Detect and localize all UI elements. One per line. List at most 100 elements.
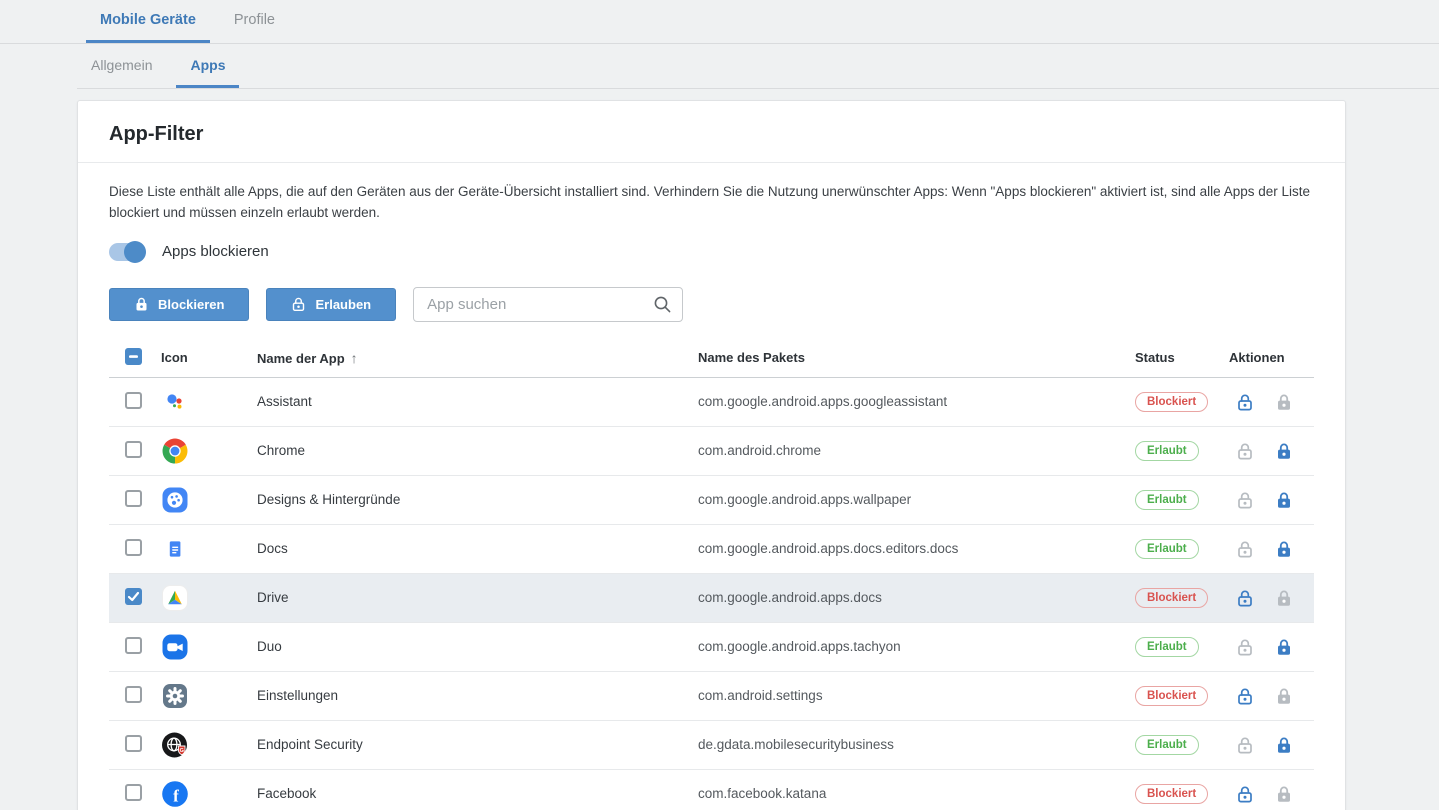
package-name: com.google.android.apps.docs [698,590,1135,605]
status-badge: Erlaubt [1135,735,1199,755]
block-button-label: Blockieren [158,297,224,312]
block-lock-closed-icon[interactable] [1275,491,1293,509]
tab-mobile-geraete[interactable]: Mobile Geräte [86,0,210,43]
table-row: Docs com.google.android.apps.docs.editor… [109,525,1314,574]
app-name: Docs [257,541,698,556]
table-body: Assistant com.google.android.apps.google… [109,378,1314,810]
app-name: Chrome [257,443,698,458]
package-name: com.google.android.apps.googleassistant [698,394,1135,409]
app-icon-drive [161,584,189,612]
status-badge: Blockiert [1135,784,1208,804]
block-button[interactable]: Blockieren [109,288,249,321]
column-header-name[interactable]: Name der App↑ [257,350,698,366]
package-name: com.google.android.apps.docs.editors.doc… [698,541,1135,556]
allow-lock-open-icon[interactable] [1236,687,1254,705]
page-title: App-Filter [109,123,1314,146]
row-checkbox[interactable] [125,490,142,507]
block-lock-closed-icon[interactable] [1275,589,1293,607]
allow-lock-open-icon[interactable] [1236,736,1254,754]
table-row: Drive com.google.android.apps.docs Block… [109,574,1314,623]
allow-lock-open-icon[interactable] [1236,589,1254,607]
package-name: com.google.android.apps.tachyon [698,639,1135,654]
app-icon-facebook: f [161,780,189,808]
description-text: Diese Liste enthält alle Apps, die auf d… [109,182,1314,224]
table-row: G Endpoint Security de.gdata.mobilesecur… [109,721,1314,770]
app-name: Drive [257,590,698,605]
tab-allgemein[interactable]: Allgemein [77,44,166,88]
panel-header: App-Filter [78,101,1345,163]
main-tab-bar: Mobile Geräte Profile [0,0,1439,44]
package-name: com.android.settings [698,688,1135,703]
app-filter-panel: App-Filter Diese Liste enthält alle Apps… [77,100,1346,810]
table-header: Icon Name der App↑ Name des Pakets Statu… [109,339,1314,378]
allow-lock-open-icon[interactable] [1236,491,1254,509]
row-checkbox[interactable] [125,588,142,605]
block-lock-closed-icon[interactable] [1275,638,1293,656]
lock-closed-icon [134,296,149,312]
status-badge: Blockiert [1135,588,1208,608]
app-name: Assistant [257,394,698,409]
app-name: Einstellungen [257,688,698,703]
allow-button-label: Erlauben [315,297,371,312]
svg-text:f: f [173,786,179,805]
tab-apps[interactable]: Apps [176,44,239,88]
select-all-checkbox[interactable] [125,348,142,365]
status-badge: Erlaubt [1135,637,1199,657]
column-header-icon: Icon [161,350,257,365]
allow-lock-open-icon[interactable] [1236,785,1254,803]
allow-lock-open-icon[interactable] [1236,638,1254,656]
app-name: Endpoint Security [257,737,698,752]
search-input[interactable] [413,287,683,322]
table-row: Assistant com.google.android.apps.google… [109,378,1314,427]
table-row: Duo com.google.android.apps.tachyon Erla… [109,623,1314,672]
app-icon-chrome [161,437,189,465]
status-badge: Blockiert [1135,686,1208,706]
sub-tab-bar: Allgemein Apps [77,44,1439,89]
block-lock-closed-icon[interactable] [1275,442,1293,460]
svg-text:G: G [180,748,184,754]
block-lock-closed-icon[interactable] [1275,687,1293,705]
block-lock-closed-icon[interactable] [1275,785,1293,803]
row-checkbox[interactable] [125,637,142,654]
allow-lock-open-icon[interactable] [1236,540,1254,558]
table-row: Designs & Hintergründe com.google.androi… [109,476,1314,525]
tab-profile[interactable]: Profile [220,0,289,43]
row-checkbox[interactable] [125,392,142,409]
column-header-package[interactable]: Name des Pakets [698,350,1135,365]
allow-button[interactable]: Erlauben [266,288,396,321]
tab-label: Mobile Geräte [100,12,196,28]
app-icon-assistant [161,388,189,416]
app-name: Facebook [257,786,698,801]
package-name: com.android.chrome [698,443,1135,458]
toggle-knob [124,241,146,263]
row-checkbox[interactable] [125,686,142,703]
tab-label: Apps [190,57,225,73]
column-header-label: Name der App [257,351,345,366]
row-checkbox[interactable] [125,784,142,801]
table-row: Chrome com.android.chrome Erlaubt [109,427,1314,476]
allow-lock-open-icon[interactable] [1236,393,1254,411]
row-checkbox[interactable] [125,735,142,752]
app-icon-duo [161,633,189,661]
block-lock-closed-icon[interactable] [1275,540,1293,558]
tab-label: Profile [234,12,275,28]
apps-blockieren-toggle[interactable] [109,243,143,261]
app-name: Designs & Hintergründe [257,492,698,507]
status-badge: Erlaubt [1135,539,1199,559]
app-icon-docs [161,535,189,563]
app-name: Duo [257,639,698,654]
row-checkbox[interactable] [125,441,142,458]
column-header-status[interactable]: Status [1135,350,1229,365]
package-name: com.facebook.katana [698,786,1135,801]
tab-label: Allgemein [91,57,152,73]
toggle-label: Apps blockieren [162,243,269,260]
row-checkbox[interactable] [125,539,142,556]
table-row: Einstellungen com.android.settings Block… [109,672,1314,721]
block-lock-closed-icon[interactable] [1275,736,1293,754]
allow-lock-open-icon[interactable] [1236,442,1254,460]
app-icon-wallpaper [161,486,189,514]
status-badge: Erlaubt [1135,441,1199,461]
search-icon [653,295,672,319]
block-lock-closed-icon[interactable] [1275,393,1293,411]
package-name: com.google.android.apps.wallpaper [698,492,1135,507]
